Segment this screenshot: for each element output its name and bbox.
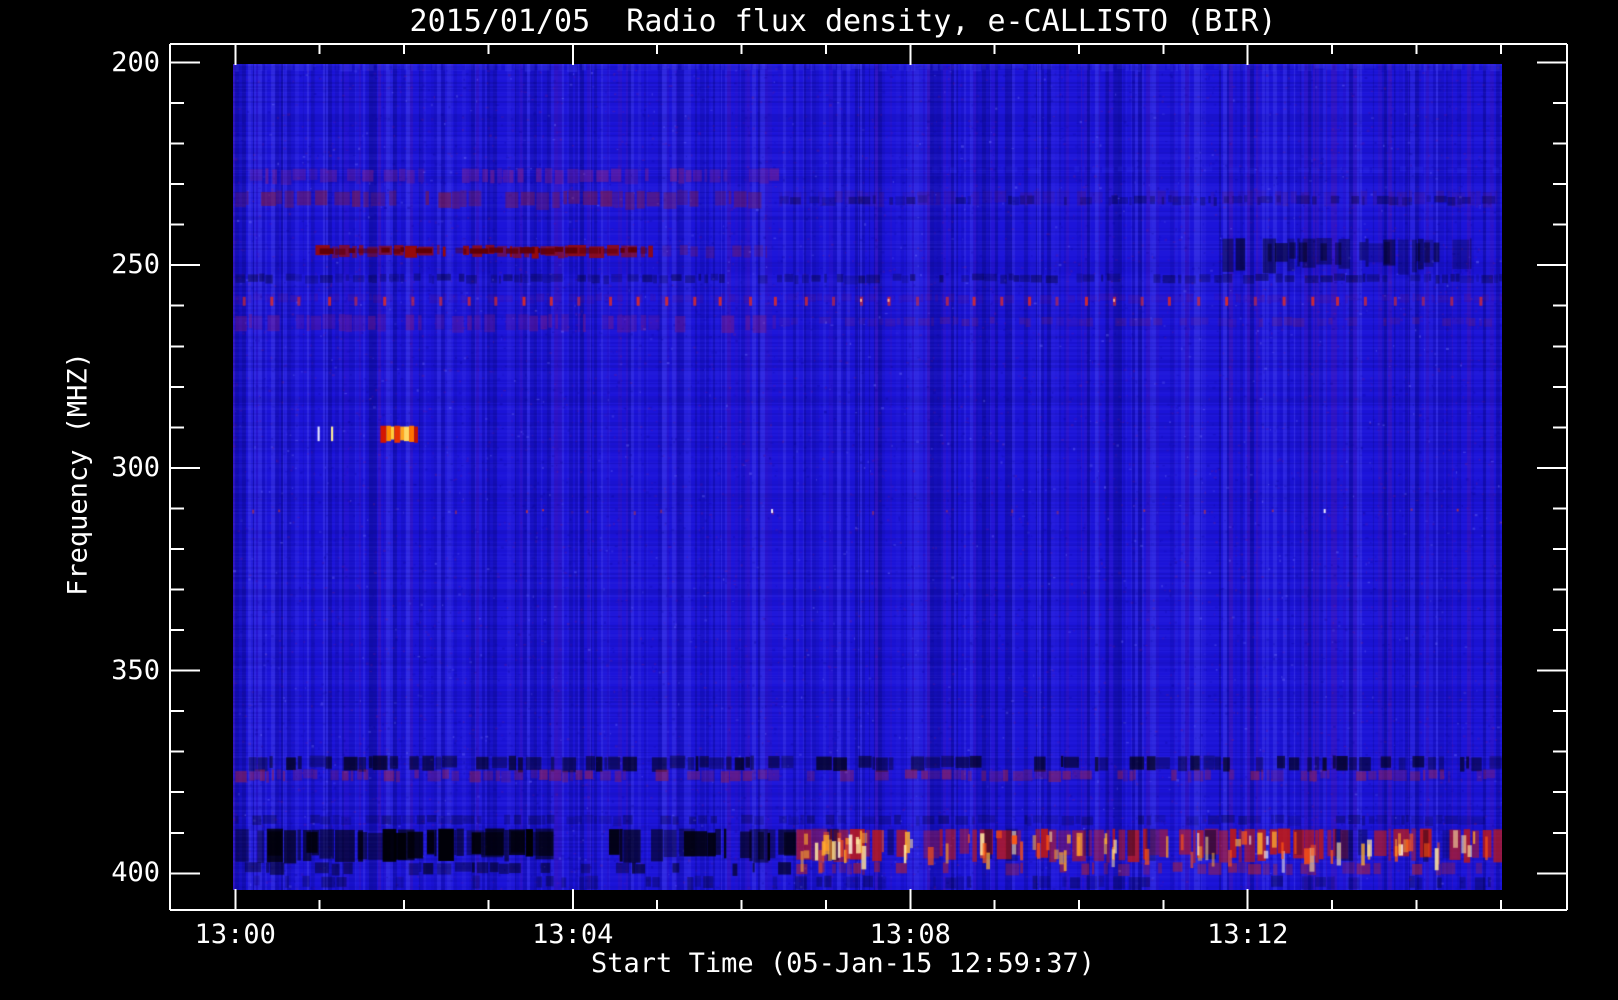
x-tick-label: 13:04 (532, 919, 614, 950)
x-axis-title: Start Time (05-Jan-15 12:59:37) (591, 948, 1095, 979)
y-tick-label: 400 (111, 857, 160, 889)
axes-overlay (169, 43, 1568, 911)
spectrogram-page: 2015/01/05 Radio flux density, e-CALLIST… (0, 0, 1618, 1000)
x-tick-label: 13:08 (869, 919, 951, 950)
y-tick-label: 350 (111, 654, 160, 686)
y-tick-label: 250 (111, 249, 160, 281)
x-tick-label: 13:00 (194, 919, 276, 950)
x-tick-label: 13:12 (1207, 919, 1289, 950)
y-axis-title: Frequency (MHZ) (62, 352, 94, 596)
y-tick-label: 200 (111, 46, 160, 78)
